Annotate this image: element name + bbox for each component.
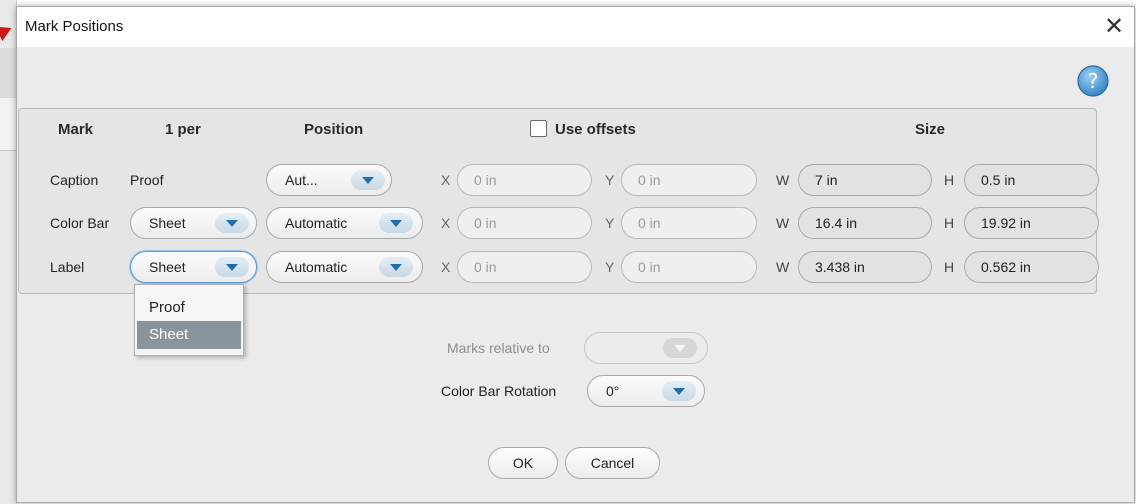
color-bar-h-value: 19.92 in [981, 215, 1031, 231]
use-offsets-checkbox[interactable] [530, 120, 547, 137]
label-position-select[interactable]: Automatic [266, 251, 423, 283]
title-bar: Mark Positions ✕ [17, 7, 1134, 47]
color-bar-per-select[interactable]: Sheet [130, 207, 257, 239]
caption-h-field[interactable]: 0.5 in [964, 164, 1099, 196]
close-button[interactable]: ✕ [1100, 13, 1128, 41]
cancel-button[interactable]: Cancel [565, 447, 660, 479]
label-w-label: W [776, 259, 790, 275]
chevron-down-icon [351, 170, 385, 190]
color-bar-w-value: 16.4 in [815, 215, 858, 231]
label-y-label: Y [605, 259, 615, 275]
label-y-field[interactable]: 0 in [621, 251, 757, 283]
caption-y-label: Y [605, 172, 615, 188]
color-bar-y-label: Y [605, 215, 615, 231]
caption-w-label: W [776, 172, 790, 188]
background-window-panel [0, 0, 17, 504]
marks-relative-to-label: Marks relative to [447, 340, 550, 356]
header-size: Size [915, 121, 946, 138]
label-x-value: 0 in [474, 259, 497, 275]
caption-h-label: H [944, 172, 955, 188]
color-bar-y-value: 0 in [638, 215, 661, 231]
label-y-value: 0 in [638, 259, 661, 275]
chevron-down-icon [662, 381, 696, 401]
header-position: Position [304, 121, 364, 138]
label-x-label: X [441, 259, 451, 275]
svg-text:?: ? [1088, 69, 1099, 93]
color-bar-position-value: Automatic [285, 215, 348, 231]
caption-y-field[interactable]: 0 in [621, 164, 757, 196]
label-per-value: Sheet [149, 259, 186, 275]
header-mark: Mark [58, 121, 94, 138]
row-caption-label: Caption [50, 172, 99, 188]
close-icon: ✕ [1103, 13, 1125, 40]
caption-h-value: 0.5 in [981, 172, 1016, 188]
color-bar-h-label: H [944, 215, 955, 231]
dropdown-option-sheet[interactable]: Sheet [137, 321, 241, 349]
label-per-select[interactable]: Sheet [130, 251, 257, 283]
caption-x-value: 0 in [474, 172, 497, 188]
chevron-down-icon [215, 257, 249, 277]
row-color-bar-label: Color Bar [50, 215, 110, 231]
chevron-down-icon [663, 338, 697, 358]
caption-x-label: X [441, 172, 451, 188]
color-bar-per-value: Sheet [149, 215, 186, 231]
label-h-field[interactable]: 0.562 in [964, 251, 1099, 283]
label-w-field[interactable]: 3.438 in [798, 251, 932, 283]
caption-per-value: Proof [130, 172, 164, 188]
caption-position-select[interactable]: Aut... [266, 164, 392, 196]
caption-x-field[interactable]: 0 in [457, 164, 592, 196]
color-bar-rotation-select[interactable]: 0° [587, 375, 705, 407]
caption-w-field[interactable]: 7 in [798, 164, 932, 196]
caption-position-value: Aut... [285, 172, 318, 188]
label-x-field[interactable]: 0 in [457, 251, 592, 283]
label-position-value: Automatic [285, 259, 348, 275]
help-icon[interactable]: ? [1076, 64, 1110, 98]
color-bar-y-field[interactable]: 0 in [621, 207, 757, 239]
background-tab [0, 98, 16, 151]
chevron-down-icon [379, 257, 413, 277]
marks-relative-to-select [584, 332, 708, 364]
caption-y-value: 0 in [638, 172, 661, 188]
header-use-offsets: Use offsets [555, 121, 636, 138]
color-bar-x-label: X [441, 215, 451, 231]
color-bar-x-value: 0 in [474, 215, 497, 231]
chevron-down-icon [379, 213, 413, 233]
background-tab [0, 48, 16, 99]
color-bar-h-field[interactable]: 19.92 in [964, 207, 1099, 239]
color-bar-x-field[interactable]: 0 in [457, 207, 592, 239]
chevron-down-icon [215, 213, 249, 233]
color-bar-position-select[interactable]: Automatic [266, 207, 423, 239]
row-label-label: Label [50, 259, 85, 275]
label-w-value: 3.438 in [815, 259, 865, 275]
label-h-label: H [944, 259, 955, 275]
per-dropdown-menu: Proof Sheet [134, 284, 244, 356]
ok-button[interactable]: OK [488, 447, 558, 479]
color-bar-rotation-value: 0° [606, 383, 620, 399]
color-bar-w-label: W [776, 215, 790, 231]
dropdown-option-proof[interactable]: Proof [137, 294, 241, 322]
color-bar-w-field[interactable]: 16.4 in [798, 207, 932, 239]
header-per: 1 per [165, 121, 201, 138]
label-h-value: 0.562 in [981, 259, 1031, 275]
caption-w-value: 7 in [815, 172, 838, 188]
color-bar-rotation-label: Color Bar Rotation [441, 383, 557, 399]
dialog-title: Mark Positions [25, 18, 124, 35]
